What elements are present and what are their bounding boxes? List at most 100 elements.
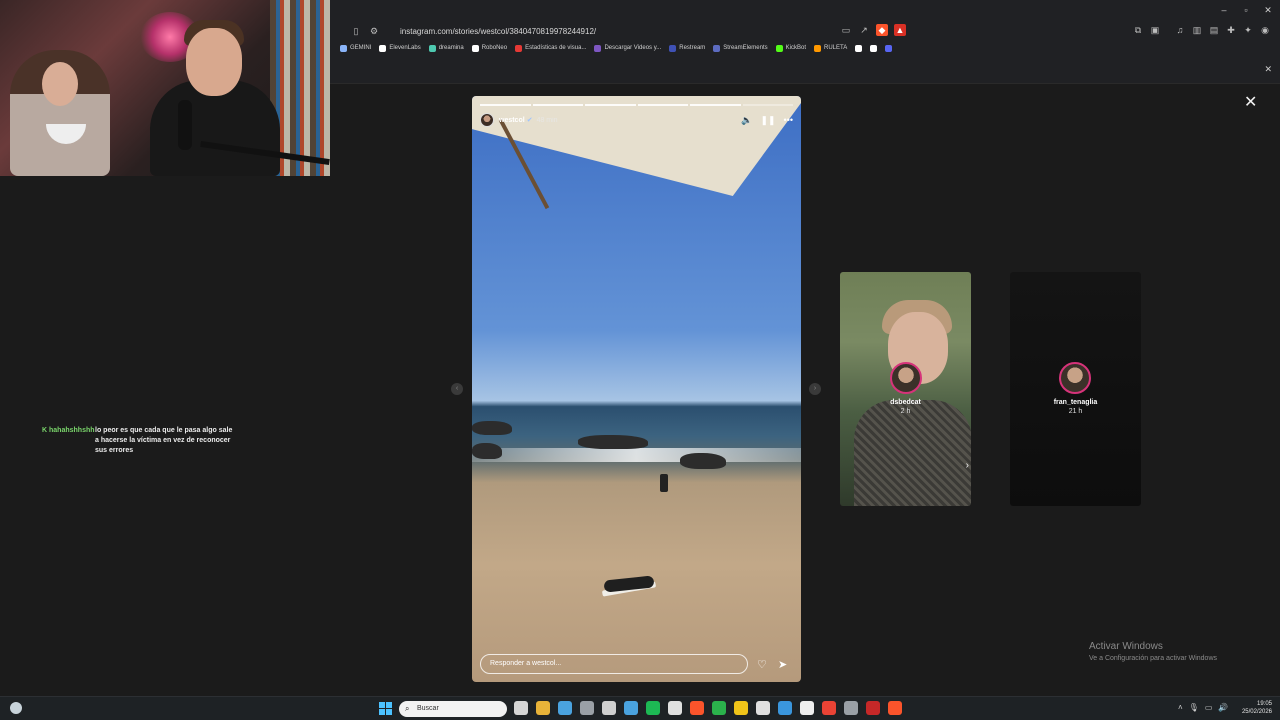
bookmark-label: RoboNeo [481, 45, 508, 51]
rock [472, 443, 502, 459]
taskbar-app-icon[interactable] [690, 701, 704, 715]
bookmark-dreamina[interactable]: dreamina [428, 44, 464, 52]
search-icon: ⌕ [405, 704, 410, 713]
weather-icon[interactable] [10, 702, 22, 714]
bookmark-icon[interactable]: ▯ [350, 25, 362, 37]
bookmark-label: Restream [679, 45, 706, 51]
rock [680, 453, 726, 469]
bookmark-extra[interactable] [870, 44, 878, 52]
wallet-icon[interactable]: ▤ [1208, 24, 1220, 36]
taskbar-app-icon[interactable] [866, 701, 880, 715]
network-icon[interactable]: ▭ [1205, 703, 1213, 712]
taskbar-app-icon[interactable] [822, 701, 836, 715]
taskbar-app-icon[interactable] [712, 701, 726, 715]
taskbar-app-icon[interactable] [536, 701, 550, 715]
taskbar-app-icon[interactable] [734, 701, 748, 715]
ai-icon[interactable]: ✦ [1242, 24, 1254, 36]
bookmark-gemini[interactable]: GEMINI [340, 44, 371, 52]
infobar-close-icon[interactable]: ✕ [1264, 64, 1272, 75]
taskbar-app-icon[interactable] [514, 701, 528, 715]
taskbar-app-icon[interactable] [646, 701, 660, 715]
chevron-right-icon[interactable]: › [966, 460, 969, 471]
umbrella-canvas [472, 96, 801, 196]
reply-input[interactable]: Responder a westcol... [480, 654, 748, 674]
title-bar: – ▫ ✕ [330, 0, 1280, 20]
extension-icon[interactable]: ⧉ [1132, 24, 1144, 36]
bookmark-label: dreamina [438, 45, 464, 51]
microphone [178, 100, 192, 150]
volume-icon[interactable]: 🔊 [1218, 703, 1228, 712]
bookmark-ruleta[interactable]: RULETA [813, 44, 847, 52]
story-preview-1[interactable]: dsbedcat 2 h › [840, 272, 971, 506]
url-text[interactable]: instagram.com/stories/westcol/3840470819… [400, 27, 596, 36]
puzzle-icon[interactable]: ✚ [1225, 24, 1237, 36]
progress-segment [690, 104, 741, 106]
clock[interactable]: 19:05 25/02/2026 [1238, 700, 1272, 716]
preview-time: 2 h [900, 408, 911, 415]
brave-rewards-icon[interactable]: ▲ [894, 24, 906, 36]
bookmark-roboneo[interactable]: RoboNeo [471, 44, 508, 52]
start-icon[interactable] [379, 702, 392, 715]
taskbar-app-icon[interactable] [624, 701, 638, 715]
close-window-button[interactable]: ✕ [1258, 3, 1278, 17]
taskbar-app-icon[interactable] [800, 701, 814, 715]
kick-badge-icon: K [42, 427, 48, 434]
bookmark-label: Estadísticas de visua... [525, 45, 587, 51]
bookmark-kickbot[interactable]: KickBot [775, 44, 806, 52]
bookmark-descargar[interactable]: Descargar Videos y... [594, 44, 662, 52]
more-options-icon[interactable]: ••• [784, 115, 793, 126]
volume-icon[interactable]: 🔈 [741, 115, 752, 126]
progress-segment [532, 104, 583, 106]
chevron-up-icon[interactable]: ˄ [1178, 703, 1183, 712]
story-card[interactable]: westcol ✔ 48 min 🔈 ❚❚ ••• Responder a we… [472, 96, 801, 682]
bookmark-estadisticas[interactable]: Estadísticas de visua... [515, 44, 587, 52]
share-icon[interactable]: ↗ [858, 24, 870, 36]
host-face [186, 28, 242, 96]
taskbar-app-icon[interactable] [602, 701, 616, 715]
close-story-icon[interactable]: ✕ [1244, 92, 1257, 112]
taskbar-app-icon[interactable] [580, 701, 594, 715]
next-story-icon[interactable]: › [809, 383, 821, 395]
restore-button[interactable]: ▫ [1236, 3, 1256, 17]
like-icon[interactable]: ♡ [757, 658, 767, 671]
bookmark-elevenlabs[interactable]: ElevenLabs [379, 44, 421, 52]
bookmark-tiktok[interactable] [855, 44, 863, 52]
sidebar-icon[interactable]: ▥ [1191, 24, 1203, 36]
bookmark-streamelements[interactable]: StreamElements [713, 44, 768, 52]
brave-shields-icon[interactable]: ◆ [876, 24, 888, 36]
taskbar-app-icon[interactable] [558, 701, 572, 715]
preview-username: fran_tenaglia [1053, 399, 1098, 406]
taskbar-app-icon[interactable] [756, 701, 770, 715]
send-icon[interactable]: ➤ [778, 658, 787, 671]
bookmark-label: KickBot [785, 45, 806, 51]
taskbar-app-icon[interactable] [844, 701, 858, 715]
gemini-icon [340, 44, 347, 52]
taskbar-app-icon[interactable] [668, 701, 682, 715]
mic-icon[interactable]: 🎙 [1189, 703, 1199, 712]
ruleta-icon [813, 44, 821, 52]
address-bar[interactable]: ▯ ⚙ instagram.com/stories/westcol/384047… [350, 22, 1260, 40]
pause-icon[interactable]: ❚❚ [760, 115, 775, 126]
bookmark-discord[interactable] [885, 44, 893, 52]
taskbar-app-icon[interactable] [888, 701, 902, 715]
taskbar-app-icon[interactable] [778, 701, 792, 715]
discord-icon [885, 44, 893, 52]
roboneo-icon [471, 44, 479, 52]
site-settings-icon[interactable]: ⚙ [368, 25, 380, 37]
story-username[interactable]: westcol [499, 117, 525, 124]
bookmark-restream[interactable]: Restream [669, 44, 706, 52]
progress-segment [637, 104, 688, 106]
previous-story-icon[interactable]: ‹ [451, 383, 463, 395]
progress-segment [480, 104, 531, 106]
taskbar-search[interactable]: ⌕ Buscar [399, 701, 507, 717]
avatar[interactable] [480, 113, 494, 127]
vpn-icon[interactable]: ◉ [1259, 24, 1271, 36]
chat-username: hahahshhshh [49, 427, 95, 434]
story-preview-2[interactable]: fran_tenaglia 21 h [1010, 272, 1141, 506]
minimize-button[interactable]: – [1214, 3, 1234, 17]
bookmark-label: Descargar Videos y... [604, 45, 662, 51]
profile-icon[interactable]: ● [1276, 24, 1280, 36]
music-icon[interactable]: ♫ [1174, 24, 1186, 36]
cast-icon[interactable]: ▭ [840, 24, 852, 36]
screenshot-icon[interactable]: ▣ [1149, 24, 1161, 36]
